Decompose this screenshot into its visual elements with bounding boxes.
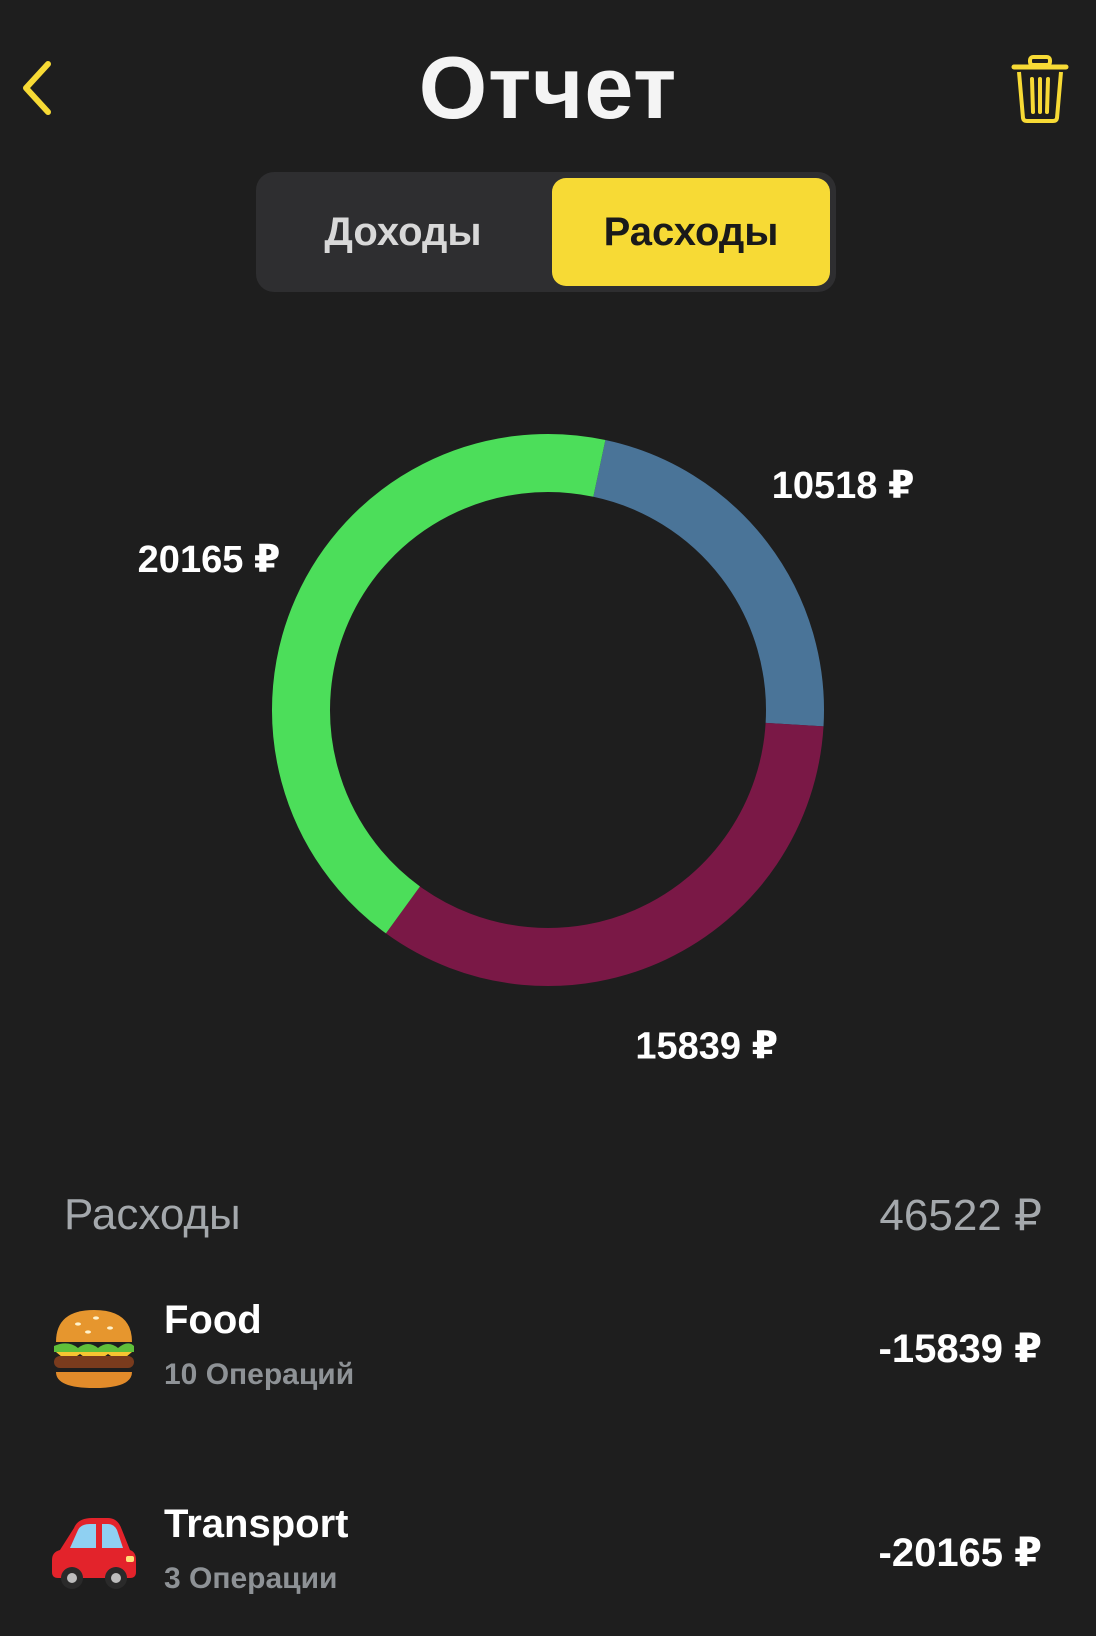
tab-income[interactable]: Доходы: [262, 178, 544, 286]
delete-button[interactable]: [1010, 54, 1070, 124]
burger-icon: [48, 1302, 140, 1394]
summary-label: Расходы: [64, 1190, 241, 1239]
category-name: Transport: [164, 1502, 349, 1546]
trash-icon: [1011, 55, 1069, 123]
category-row-food[interactable]: Food 10 Операций -15839 ₽: [0, 1290, 1096, 1420]
category-operations: 10 Операций: [164, 1358, 355, 1391]
category-operations: 3 Операции: [164, 1562, 338, 1595]
donut-segment: [592, 440, 824, 727]
category-name: Food: [164, 1298, 262, 1342]
tab-expenses[interactable]: Расходы: [552, 178, 830, 286]
donut-value-label: 15839 ₽: [635, 1025, 778, 1067]
car-icon: [48, 1506, 140, 1598]
donut-segment: [385, 722, 824, 986]
page-title: Отчет: [418, 38, 678, 137]
expense-donut-chart: 10518 ₽ 15839 ₽ 20165 ₽: [138, 434, 915, 1067]
category-row-transport[interactable]: Transport 3 Операции -20165 ₽: [0, 1494, 1096, 1624]
donut-value-label: 20165 ₽: [138, 539, 281, 581]
summary-total: 46522 ₽: [879, 1191, 1042, 1240]
donut-value-label: 10518 ₽: [772, 465, 915, 507]
header: Отчет: [0, 0, 1096, 180]
report-type-switch: Доходы Расходы: [256, 172, 836, 292]
category-amount: -15839 ₽: [878, 1327, 1043, 1371]
donut-segment: [272, 434, 606, 934]
category-amount: -20165 ₽: [878, 1531, 1043, 1575]
expense-summary: Расходы 46522 ₽: [0, 1190, 1096, 1260]
